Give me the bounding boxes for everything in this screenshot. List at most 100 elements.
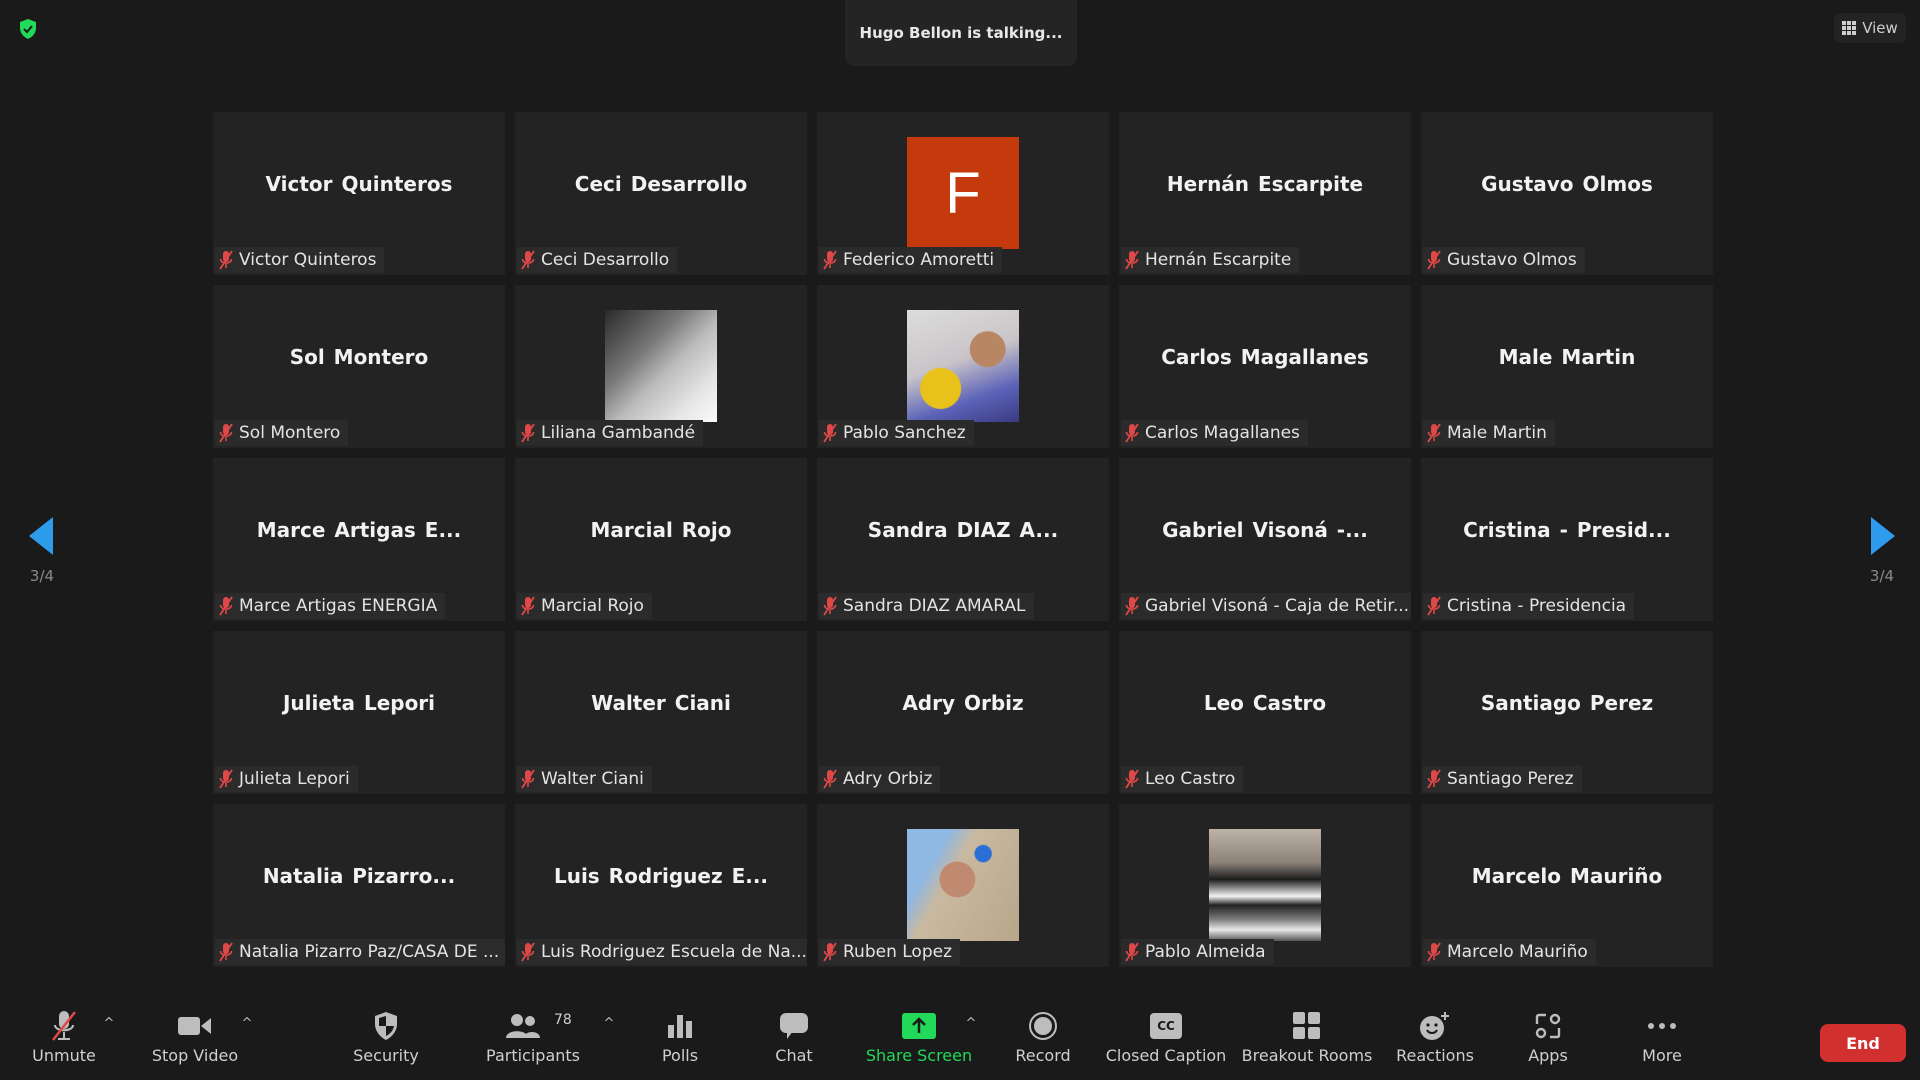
participant-display-name: Sandra DIAZ A...	[867, 517, 1059, 542]
encryption-shield-icon[interactable]	[15, 16, 41, 42]
participant-name-label: Gustavo Olmos	[1423, 247, 1585, 273]
muted-microphone-icon	[219, 423, 233, 443]
participant-tile[interactable]: Adry Orbiz Adry Orbiz	[817, 631, 1109, 794]
record-button[interactable]: Record	[1008, 1008, 1078, 1074]
participant-tile[interactable]: Victor Quinteros Victor Quinteros	[213, 112, 505, 275]
participant-tile[interactable]: Sol Montero Sol Montero	[213, 285, 505, 448]
participant-name-label: Hernán Escarpite	[1121, 247, 1300, 273]
share-screen-button[interactable]: Share Screen	[864, 1008, 974, 1074]
chat-button[interactable]: Chat	[764, 1008, 824, 1074]
muted-microphone-icon	[823, 769, 837, 789]
more-label: More	[1642, 1046, 1682, 1065]
participant-tile[interactable]: Sandra DIAZ A... Sandra DIAZ AMARAL	[817, 458, 1109, 621]
end-meeting-button[interactable]: End	[1820, 1024, 1906, 1062]
participant-tile[interactable]: Gabriel Visoná -... Gabriel Visoná - Caja…	[1119, 458, 1411, 621]
stop-video-button[interactable]: Stop Video	[150, 1008, 240, 1074]
participant-tile[interactable]: Marce Artigas E... Marce Artigas ENERGIA	[213, 458, 505, 621]
participant-tile[interactable]: Hernán Escarpite Hernán Escarpite	[1119, 112, 1411, 275]
next-page-arrow-icon[interactable]	[1867, 515, 1897, 557]
more-button[interactable]: More	[1632, 1008, 1692, 1074]
security-button[interactable]: Security	[350, 1008, 422, 1074]
participant-name-label: Natalia Pizarro Paz/CASA DE ...	[215, 939, 505, 965]
participant-name-label: Ruben Lopez	[819, 939, 960, 965]
participant-tile[interactable]: Natalia Pizarro... Natalia Pizarro Paz/CA…	[213, 804, 505, 967]
avatar-photo	[907, 829, 1019, 941]
participant-name-label: Santiago Perez	[1423, 766, 1582, 792]
muted-microphone-icon	[521, 423, 535, 443]
participant-name: Ceci Desarrollo	[541, 250, 670, 270]
muted-microphone-icon	[219, 596, 233, 616]
participant-tile[interactable]: F Federico Amoretti	[817, 112, 1109, 275]
participant-name: Marcelo Mauriño	[1447, 942, 1588, 962]
participant-tile[interactable]: Pablo Almeida	[1119, 804, 1411, 967]
participant-name: Marcial Rojo	[541, 596, 644, 616]
audio-options-caret[interactable]: ^	[102, 1016, 116, 1031]
participant-tile[interactable]: Santiago Perez Santiago Perez	[1421, 631, 1713, 794]
participant-name: Sandra DIAZ AMARAL	[843, 596, 1026, 616]
meeting-toolbar: Unmute ^ Stop Video ^ Security 78 Partic…	[0, 1000, 1920, 1080]
reactions-button[interactable]: Reactions	[1396, 1008, 1474, 1074]
closed-caption-button[interactable]: CC Closed Caption	[1106, 1008, 1226, 1074]
participant-tile[interactable]: Julieta Lepori Julieta Lepori	[213, 631, 505, 794]
participant-name: Pablo Almeida	[1145, 942, 1266, 962]
participant-display-name: Leo Castro	[1203, 690, 1327, 715]
avatar-photo	[605, 310, 717, 422]
unmute-label: Unmute	[32, 1046, 96, 1065]
participant-tile[interactable]: Ruben Lopez	[817, 804, 1109, 967]
participant-tile[interactable]: Gustavo Olmos Gustavo Olmos	[1421, 112, 1713, 275]
participant-display-name: Gabriel Visoná -...	[1162, 517, 1368, 542]
page-indicator-right: 3/4	[1869, 567, 1895, 585]
participant-tile[interactable]: Walter Ciani Walter Ciani	[515, 631, 807, 794]
muted-microphone-icon	[1125, 596, 1139, 616]
participant-tile[interactable]: Carlos Magallanes Carlos Magallanes	[1119, 285, 1411, 448]
previous-page-nav[interactable]: 3/4	[12, 515, 72, 595]
record-label: Record	[1015, 1046, 1071, 1065]
page-indicator-left: 3/4	[29, 567, 55, 585]
muted-microphone-icon	[823, 423, 837, 443]
participant-tile[interactable]: Leo Castro Leo Castro	[1119, 631, 1411, 794]
participant-display-name: Victor Quinteros	[265, 171, 453, 196]
participant-name-label: Victor Quinteros	[215, 247, 385, 273]
participant-tile[interactable]: Male Martin Male Martin	[1421, 285, 1713, 448]
record-icon	[1029, 1012, 1057, 1040]
chat-bubble-icon	[780, 1013, 808, 1039]
participants-button[interactable]: 78 Participants	[486, 1008, 580, 1074]
participant-name: Ruben Lopez	[843, 942, 952, 962]
participants-options-caret[interactable]: ^	[602, 1016, 616, 1031]
apps-button[interactable]: Apps	[1518, 1008, 1578, 1074]
next-page-nav[interactable]: 3/4	[1852, 515, 1912, 595]
participant-tile[interactable]: Marcelo Mauriño Marcelo Mauriño	[1421, 804, 1713, 967]
video-options-caret[interactable]: ^	[240, 1016, 254, 1031]
muted-microphone-icon	[219, 769, 233, 789]
participant-name-label: Pablo Almeida	[1121, 939, 1274, 965]
participant-tile[interactable]: Luis Rodriguez E... Luis Rodriguez Escuel…	[515, 804, 807, 967]
previous-page-arrow-icon[interactable]	[27, 515, 57, 557]
participant-display-name: Cristina - Presid...	[1463, 517, 1671, 542]
participant-name-label: Adry Orbiz	[819, 766, 941, 792]
participant-tile[interactable]: Pablo Sanchez	[817, 285, 1109, 448]
participant-name-label: Federico Amoretti	[819, 247, 1003, 273]
reactions-label: Reactions	[1396, 1046, 1474, 1065]
unmute-button[interactable]: Unmute	[28, 1008, 100, 1074]
participant-name: Natalia Pizarro Paz/CASA DE ...	[239, 942, 500, 962]
participant-tile[interactable]: Cristina - Presid... Cristina - Presidenc…	[1421, 458, 1713, 621]
participant-tile[interactable]: Marcial Rojo Marcial Rojo	[515, 458, 807, 621]
active-speaker-indicator: Hugo Bellon is talking...	[845, 0, 1077, 66]
share-options-caret[interactable]: ^	[964, 1016, 978, 1031]
participant-tile[interactable]: Ceci Desarrollo Ceci Desarrollo	[515, 112, 807, 275]
polls-label: Polls	[661, 1046, 699, 1065]
apps-icon	[1535, 1013, 1561, 1039]
view-button[interactable]: View	[1834, 13, 1906, 43]
participant-name: Gabriel Visoná - Caja de Retir...	[1145, 596, 1410, 616]
polls-bar-chart-icon	[668, 1015, 692, 1038]
breakout-rooms-button[interactable]: Breakout Rooms	[1242, 1008, 1372, 1074]
muted-microphone-icon	[1125, 250, 1139, 270]
security-shield-icon	[375, 1012, 397, 1040]
participant-name: Santiago Perez	[1447, 769, 1574, 789]
breakout-rooms-grid-icon	[1293, 1012, 1320, 1039]
participant-name: Gustavo Olmos	[1447, 250, 1577, 270]
share-screen-arrow-icon	[902, 1013, 936, 1039]
participant-name-label: Marcelo Mauriño	[1423, 939, 1596, 965]
participant-tile[interactable]: Liliana Gambandé	[515, 285, 807, 448]
polls-button[interactable]: Polls	[650, 1008, 710, 1074]
